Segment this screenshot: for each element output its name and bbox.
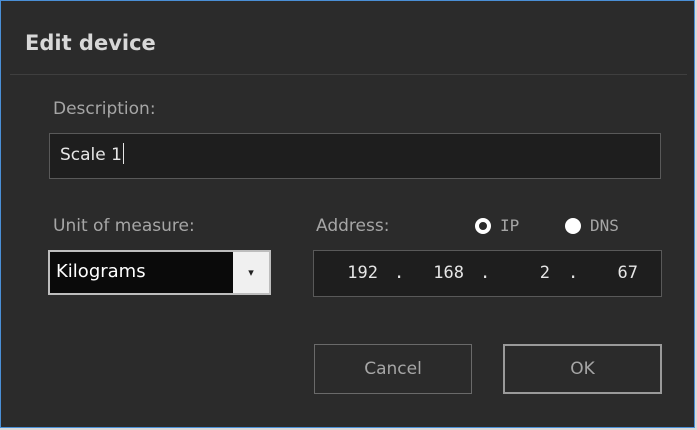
unit-selected-value: Kilograms xyxy=(50,252,233,293)
description-value: Scale 1 xyxy=(60,145,122,165)
edit-device-dialog: Edit device Description: Scale 1 Unit of… xyxy=(0,0,695,428)
unit-of-measure-label: Unit of measure: xyxy=(53,216,195,236)
text-caret xyxy=(122,143,124,164)
ip-address-input[interactable]: 192 . 168 . 2 . 67 xyxy=(313,250,662,297)
cancel-button[interactable]: Cancel xyxy=(314,344,472,394)
ip-separator: . xyxy=(480,263,491,283)
ip-octet-4[interactable]: 67 xyxy=(596,263,638,283)
ip-octet-2[interactable]: 168 xyxy=(422,263,464,283)
dns-radio[interactable]: DNS xyxy=(565,216,619,235)
unit-of-measure-select[interactable]: Kilograms ▾ xyxy=(48,250,271,295)
ip-radio[interactable]: IP xyxy=(475,216,519,235)
dialog-title: Edit device xyxy=(25,31,156,55)
dns-radio-label: DNS xyxy=(590,216,619,235)
ip-octet-1[interactable]: 192 xyxy=(336,263,378,283)
address-label: Address: xyxy=(316,216,390,236)
description-input[interactable]: Scale 1 xyxy=(49,133,661,179)
title-divider xyxy=(10,74,687,75)
ip-octet-3[interactable]: 2 xyxy=(508,263,550,283)
description-label: Description: xyxy=(53,99,156,119)
chevron-down-icon[interactable]: ▾ xyxy=(233,252,269,293)
radio-button-icon[interactable] xyxy=(565,217,581,234)
radio-button-icon[interactable] xyxy=(475,217,491,234)
ok-button[interactable]: OK xyxy=(503,344,662,394)
ip-radio-label: IP xyxy=(500,216,520,235)
ip-separator: . xyxy=(394,263,405,283)
ip-separator: . xyxy=(568,263,579,283)
